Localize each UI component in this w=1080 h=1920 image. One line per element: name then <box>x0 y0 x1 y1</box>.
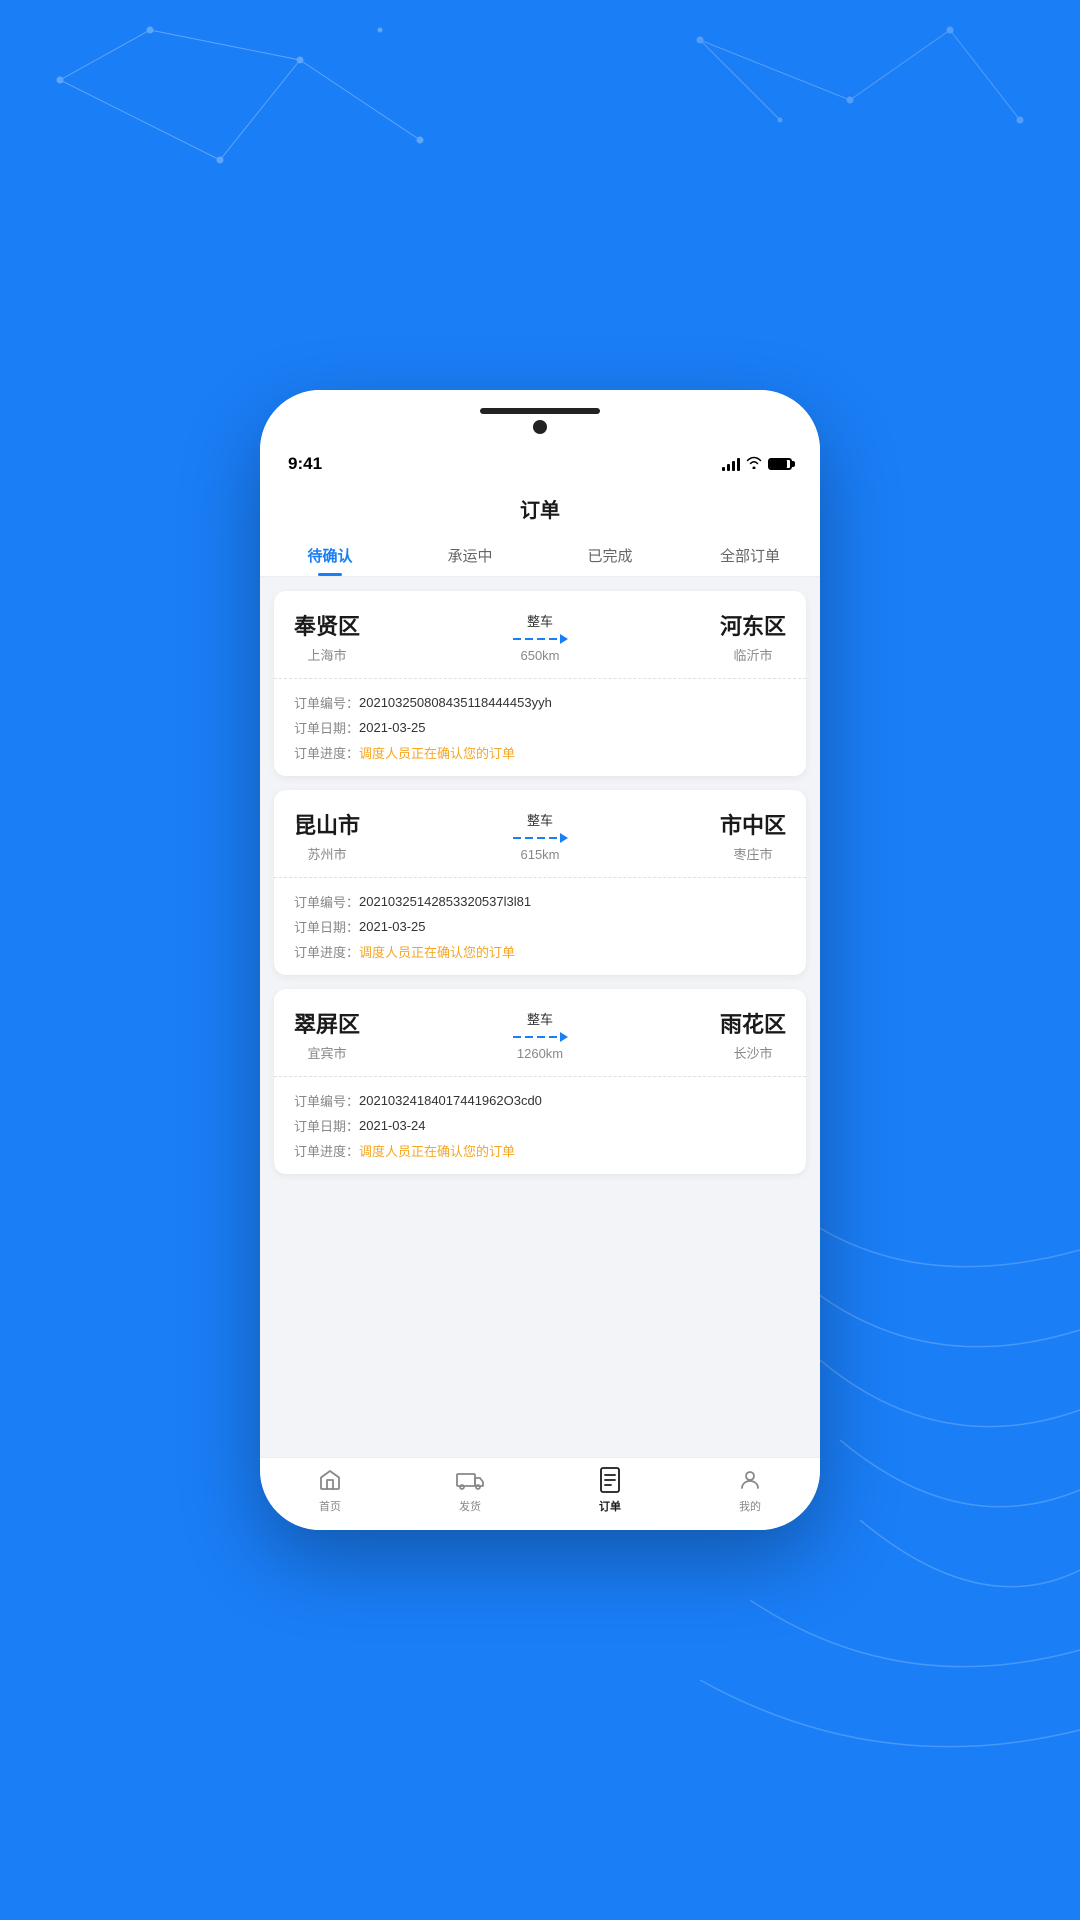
content-area: 奉贤区 上海市 整车 650km 河东区 临沂市 <box>260 577 820 1457</box>
order-route: 昆山市 苏州市 整车 615km 市中区 枣庄市 <box>274 790 806 878</box>
route-to: 市中区 枣庄市 <box>720 808 786 863</box>
signal-icon <box>722 457 740 471</box>
notch-area: 9:41 <box>260 390 820 486</box>
route-middle: 整车 615km <box>512 810 568 862</box>
order-number-row: 订单编号： 202103250808435118444453yyh <box>294 693 786 712</box>
route-to: 雨花区 长沙市 <box>720 1007 786 1062</box>
camera-dot <box>533 420 547 434</box>
nav-ship[interactable]: 发货 <box>400 1466 540 1514</box>
page-title: 订单 <box>260 486 820 535</box>
status-bar: 9:41 <box>260 442 820 486</box>
order-card[interactable]: 昆山市 苏州市 整车 615km 市中区 枣庄市 <box>274 790 806 975</box>
route-from: 翠屏区 宜宾市 <box>294 1007 360 1062</box>
order-route: 翠屏区 宜宾市 整车 1260km 雨花区 长沙市 <box>274 989 806 1077</box>
order-number-row: 订单编号： 20210325142853320537l3l81 <box>294 892 786 911</box>
tabs-bar: 待确认 承运中 已完成 全部订单 <box>260 535 820 577</box>
order-card[interactable]: 奉贤区 上海市 整车 650km 河东区 临沂市 <box>274 591 806 776</box>
route-middle: 整车 1260km <box>512 1009 568 1061</box>
truck-icon <box>456 1466 484 1494</box>
nav-order[interactable]: 订单 <box>540 1466 680 1514</box>
order-number-row: 订单编号： 20210324184017441962O3cd0 <box>294 1091 786 1110</box>
status-time: 9:41 <box>288 454 322 474</box>
notch-pill <box>480 408 600 414</box>
battery-icon <box>768 458 792 470</box>
tab-in-transit[interactable]: 承运中 <box>400 535 540 576</box>
order-progress-row: 订单进度： 调度人员正在确认您的订单 <box>294 942 786 961</box>
tab-pending[interactable]: 待确认 <box>260 535 400 576</box>
order-icon <box>596 1466 624 1494</box>
order-progress-row: 订单进度： 调度人员正在确认您的订单 <box>294 1141 786 1160</box>
route-middle: 整车 650km <box>512 611 568 663</box>
home-icon <box>316 1466 344 1494</box>
route-from: 奉贤区 上海市 <box>294 609 360 664</box>
route-from: 昆山市 苏州市 <box>294 808 360 863</box>
wifi-icon <box>746 456 762 472</box>
order-date-row: 订单日期： 2021-03-25 <box>294 917 786 936</box>
order-card[interactable]: 翠屏区 宜宾市 整车 1260km 雨花区 长沙市 <box>274 989 806 1174</box>
order-details: 订单编号： 202103250808435118444453yyh 订单日期： … <box>274 679 806 776</box>
bottom-nav: 首页 发货 订单 <box>260 1457 820 1530</box>
nav-mine[interactable]: 我的 <box>680 1466 820 1514</box>
order-details: 订单编号： 20210324184017441962O3cd0 订单日期： 20… <box>274 1077 806 1174</box>
order-details: 订单编号： 20210325142853320537l3l81 订单日期： 20… <box>274 878 806 975</box>
order-progress-row: 订单进度： 调度人员正在确认您的订单 <box>294 743 786 762</box>
route-to: 河东区 临沂市 <box>720 609 786 664</box>
tab-completed[interactable]: 已完成 <box>540 535 680 576</box>
order-route: 奉贤区 上海市 整车 650km 河东区 临沂市 <box>274 591 806 679</box>
route-arrow <box>512 634 568 644</box>
tab-all[interactable]: 全部订单 <box>680 535 820 576</box>
phone-frame: 9:41 <box>260 390 820 1530</box>
user-icon <box>736 1466 764 1494</box>
nav-home[interactable]: 首页 <box>260 1466 400 1514</box>
order-date-row: 订单日期： 2021-03-24 <box>294 1116 786 1135</box>
route-arrow <box>512 833 568 843</box>
route-arrow <box>512 1032 568 1042</box>
order-date-row: 订单日期： 2021-03-25 <box>294 718 786 737</box>
status-icons <box>722 456 792 472</box>
